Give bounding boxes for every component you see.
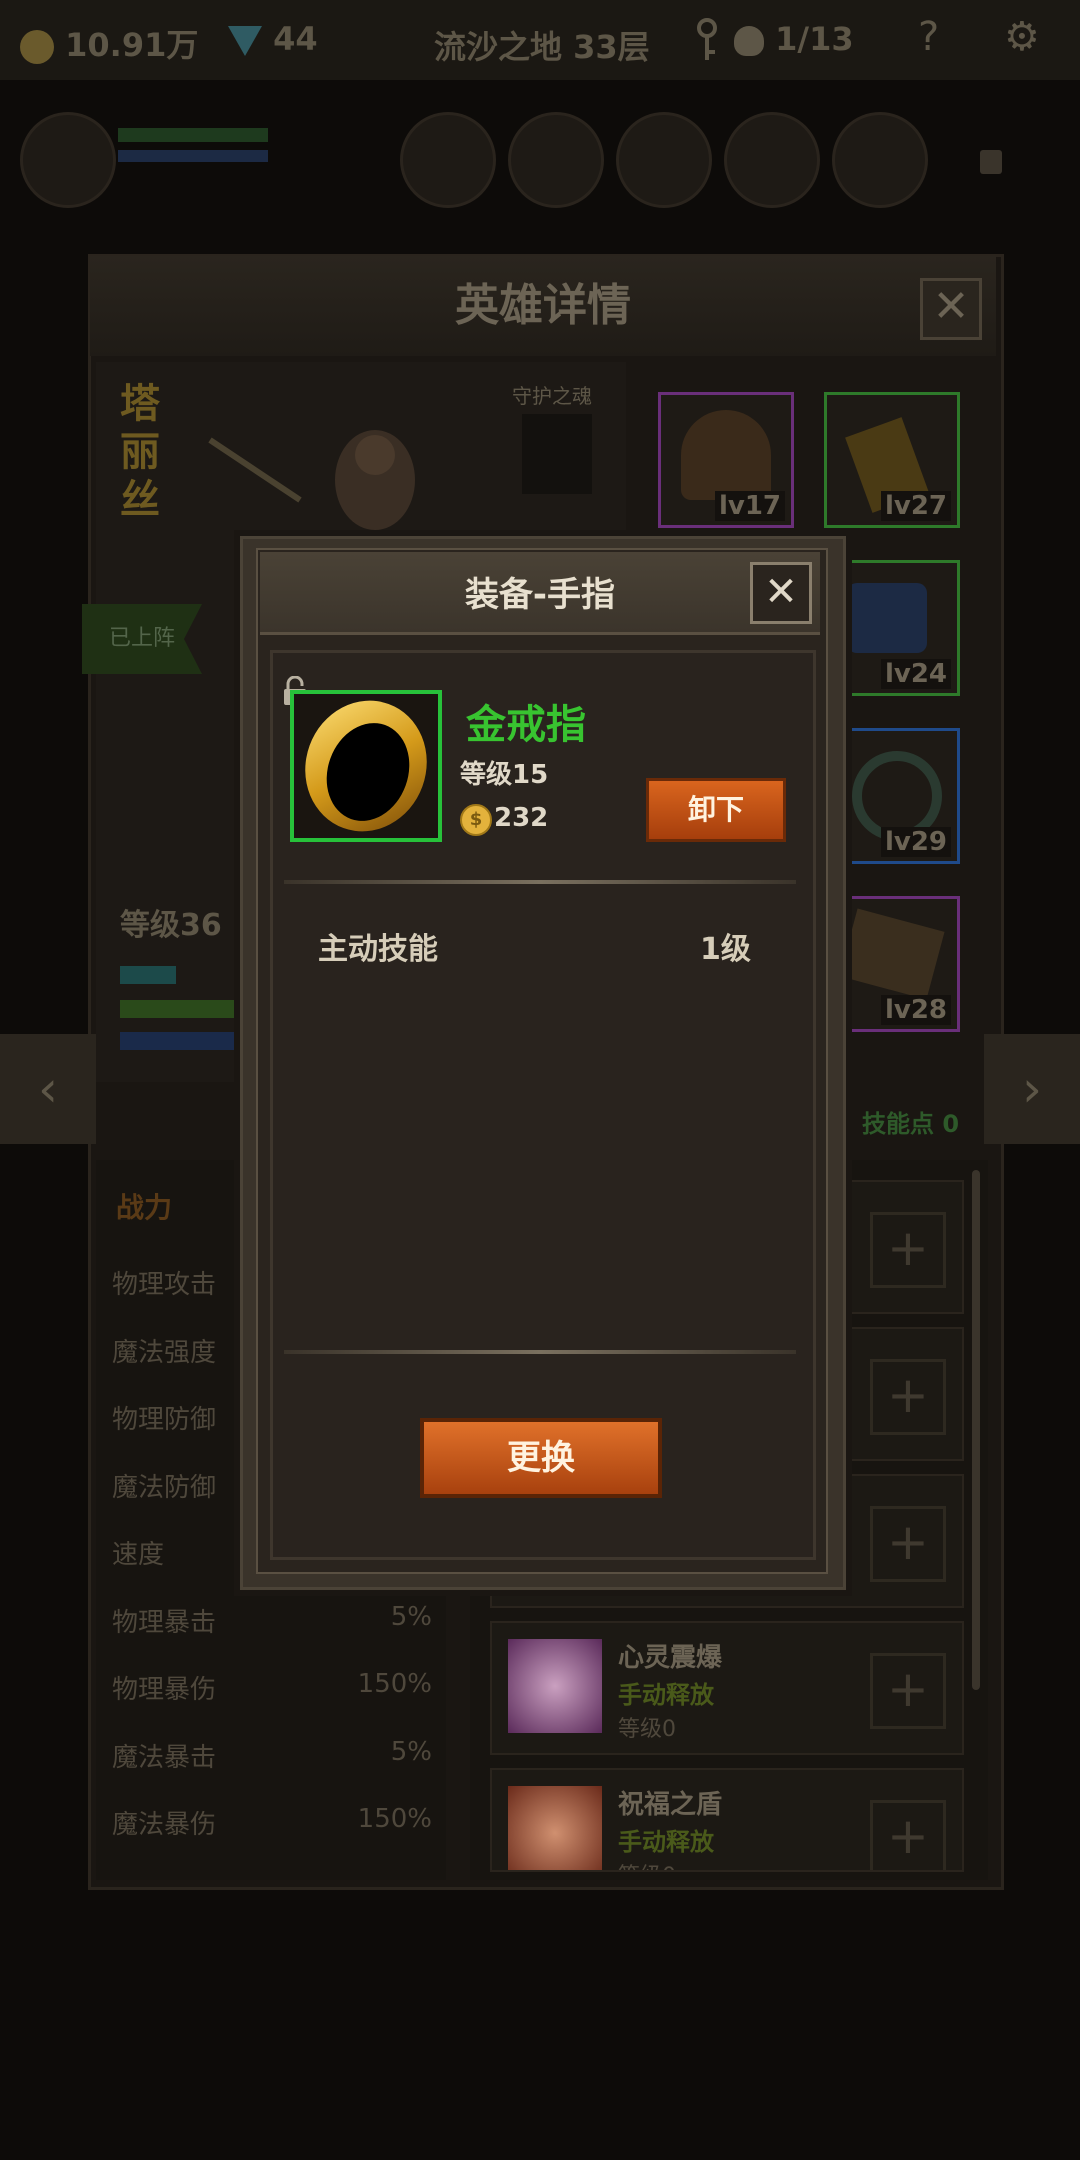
skill-card: 心灵震爆 手动释放 等级0 + [490, 1621, 964, 1755]
skill-level: 等级0 [618, 1858, 676, 1870]
divider [284, 880, 796, 884]
key-icon[interactable] [692, 18, 722, 70]
stat-row: 物理暴伤 150% [112, 1669, 432, 1705]
hero-avatar-icon[interactable] [20, 112, 116, 208]
divider [284, 1350, 796, 1354]
hero-portrait [200, 420, 460, 530]
hp-bar [120, 1000, 240, 1018]
item-level: 等级15 [460, 760, 549, 790]
skill-name: 祝福之盾 [618, 1790, 723, 1820]
hero-name: 塔丽丝 [120, 381, 160, 523]
stat-row: 魔法暴击 5% [112, 1737, 432, 1773]
stat-row: 物理暴击 5% [112, 1602, 432, 1638]
equip-level: lv28 [880, 995, 951, 1025]
exp-bar [120, 966, 176, 984]
stat-row: 魔法暴伤 150% [112, 1804, 432, 1840]
hero-level: 等级36 [120, 908, 222, 943]
party-slot-icon[interactable] [616, 112, 712, 208]
skill-card: 祝福之盾 手动释放 等级0 + [490, 1768, 964, 1872]
equip-slot-helmet[interactable]: lv17 [658, 392, 794, 528]
gold-coin-icon [20, 30, 54, 64]
skill-upgrade-button[interactable]: + [870, 1212, 946, 1288]
skills-scrollbar[interactable] [972, 1170, 980, 1690]
skill-mode: 手动释放 [618, 1828, 714, 1856]
party-slot-icon[interactable] [832, 112, 928, 208]
party-slot-icon[interactable] [724, 112, 820, 208]
mp-bar [120, 1032, 240, 1050]
enemy-progress: 1/13 [734, 20, 854, 58]
boots-icon [847, 583, 927, 653]
equip-level: lv27 [880, 491, 951, 521]
skill-upgrade-button[interactable]: + [870, 1359, 946, 1435]
skill-upgrade-button[interactable]: + [870, 1800, 946, 1870]
item-price: 232 [494, 803, 549, 833]
power-label: 战力 [116, 1191, 173, 1224]
slot-lock-icon [980, 150, 1002, 174]
mind-blast-icon [508, 1639, 602, 1733]
gem-icon [228, 26, 262, 56]
guardian-slot[interactable] [522, 414, 592, 494]
gem-counter: 44 [228, 20, 318, 58]
party-slot-icon[interactable] [400, 112, 496, 208]
shield-icon [839, 908, 945, 1000]
skill-mode: 手动释放 [618, 1681, 714, 1709]
gold-counter: 10.91万 [20, 20, 198, 66]
skill-level: 等级0 [618, 1717, 676, 1742]
active-skill-level: 1级 [700, 932, 751, 967]
equip-slot-necklace[interactable]: lv27 [824, 392, 960, 528]
skill-upgrade-button[interactable]: + [870, 1506, 946, 1582]
equip-level: lv24 [880, 659, 951, 689]
active-skill-label: 主动技能 [318, 932, 438, 967]
item-name: 金戒指 [466, 702, 586, 748]
hero-mp-bar [118, 150, 268, 162]
guardian-label: 守护之魂 [512, 384, 592, 408]
gear-icon[interactable]: ⚙ [1004, 14, 1040, 60]
replace-button[interactable]: 更换 [420, 1418, 662, 1498]
help-icon[interactable]: ? [918, 14, 939, 60]
deployed-tag: 已上阵 [82, 604, 202, 674]
prev-hero-button[interactable]: ‹ [0, 1034, 96, 1144]
helmet-icon [681, 410, 771, 500]
unequip-button[interactable]: 卸下 [646, 778, 786, 842]
hero-hp-bar [118, 128, 268, 142]
equipment-modal-title: 装备-手指 [464, 575, 616, 615]
hero-detail-title: 英雄详情 [455, 280, 631, 331]
location-title: 流沙之地 33层 [434, 28, 650, 66]
party-slot-icon[interactable] [508, 112, 604, 208]
equip-level: lv29 [880, 827, 951, 857]
skill-upgrade-button[interactable]: + [870, 1653, 946, 1729]
next-hero-button[interactable]: › [984, 1034, 1080, 1144]
equip-level: lv17 [714, 491, 785, 521]
skill-name: 心灵震爆 [618, 1643, 723, 1673]
item-slot[interactable] [290, 690, 442, 842]
gold-ring-icon [305, 700, 427, 832]
blessing-shield-icon [508, 1786, 602, 1870]
close-button[interactable]: ✕ [750, 562, 812, 624]
hero-detail-close-button[interactable]: ✕ [920, 278, 982, 340]
skill-points: 技能点 0 [862, 1110, 960, 1138]
skull-icon [734, 26, 764, 56]
gold-coin-icon: $ [460, 804, 492, 836]
